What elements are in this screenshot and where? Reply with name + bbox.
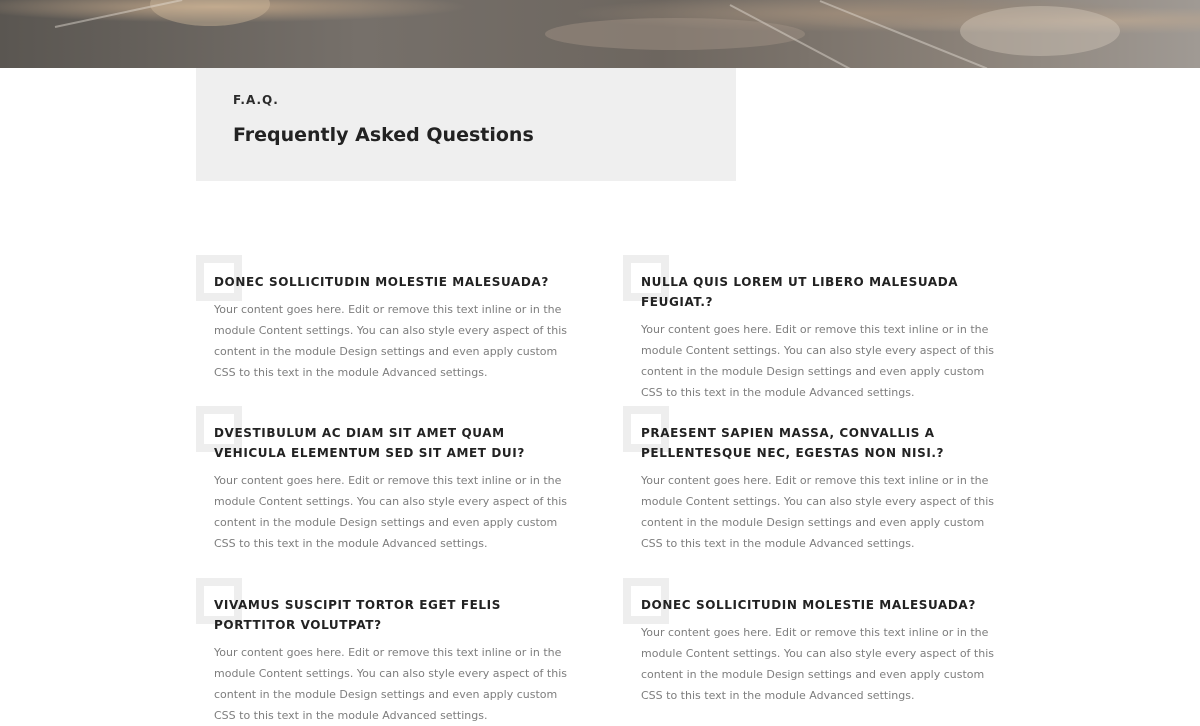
faq-question: DONEC SOLLICITUDIN MOLESTIE MALESUADA? xyxy=(214,275,549,289)
faq-header: F.A.Q. Frequently Asked Questions xyxy=(196,68,736,181)
faq-question: DONEC SOLLICITUDIN MOLESTIE MALESUADA? xyxy=(641,598,976,612)
faq-content: DONEC SOLLICITUDIN MOLESTIE MALESUADA? Y… xyxy=(641,578,996,706)
faq-question: DVESTIBULUM AC DIAM SIT AMET QUAM VEHICU… xyxy=(214,426,525,460)
faq-item: DONEC SOLLICITUDIN MOLESTIE MALESUADA? Y… xyxy=(623,578,996,706)
hero-texture-shape xyxy=(960,6,1120,56)
faq-question: NULLA QUIS LOREM UT LIBERO MALESUADA FEU… xyxy=(641,275,959,309)
faq-answer: Your content goes here. Edit or remove t… xyxy=(214,646,567,722)
faq-label: F.A.Q. xyxy=(233,93,279,107)
faq-item: VIVAMUS SUSCIPIT TORTOR EGET FELIS PORTT… xyxy=(196,578,569,726)
hero-image xyxy=(0,0,1200,68)
faq-question: PRAESENT SAPIEN MASSA, CONVALLIS A PELLE… xyxy=(641,426,945,460)
faq-answer: Your content goes here. Edit or remove t… xyxy=(641,323,994,399)
faq-answer: Your content goes here. Edit or remove t… xyxy=(641,474,994,550)
faq-item: NULLA QUIS LOREM UT LIBERO MALESUADA FEU… xyxy=(623,255,996,403)
faq-content: VIVAMUS SUSCIPIT TORTOR EGET FELIS PORTT… xyxy=(214,578,569,726)
faq-answer: Your content goes here. Edit or remove t… xyxy=(641,626,994,702)
faq-answer: Your content goes here. Edit or remove t… xyxy=(214,303,567,379)
faq-item: DONEC SOLLICITUDIN MOLESTIE MALESUADA? Y… xyxy=(196,255,569,383)
faq-content: NULLA QUIS LOREM UT LIBERO MALESUADA FEU… xyxy=(641,255,996,403)
faq-content: DONEC SOLLICITUDIN MOLESTIE MALESUADA? Y… xyxy=(214,255,569,383)
page-title: Frequently Asked Questions xyxy=(233,124,534,146)
faq-item: DVESTIBULUM AC DIAM SIT AMET QUAM VEHICU… xyxy=(196,406,569,554)
faq-question: VIVAMUS SUSCIPIT TORTOR EGET FELIS PORTT… xyxy=(214,598,501,632)
faq-content: DVESTIBULUM AC DIAM SIT AMET QUAM VEHICU… xyxy=(214,406,569,554)
faq-item: PRAESENT SAPIEN MASSA, CONVALLIS A PELLE… xyxy=(623,406,996,554)
faq-answer: Your content goes here. Edit or remove t… xyxy=(214,474,567,550)
faq-content: PRAESENT SAPIEN MASSA, CONVALLIS A PELLE… xyxy=(641,406,996,554)
